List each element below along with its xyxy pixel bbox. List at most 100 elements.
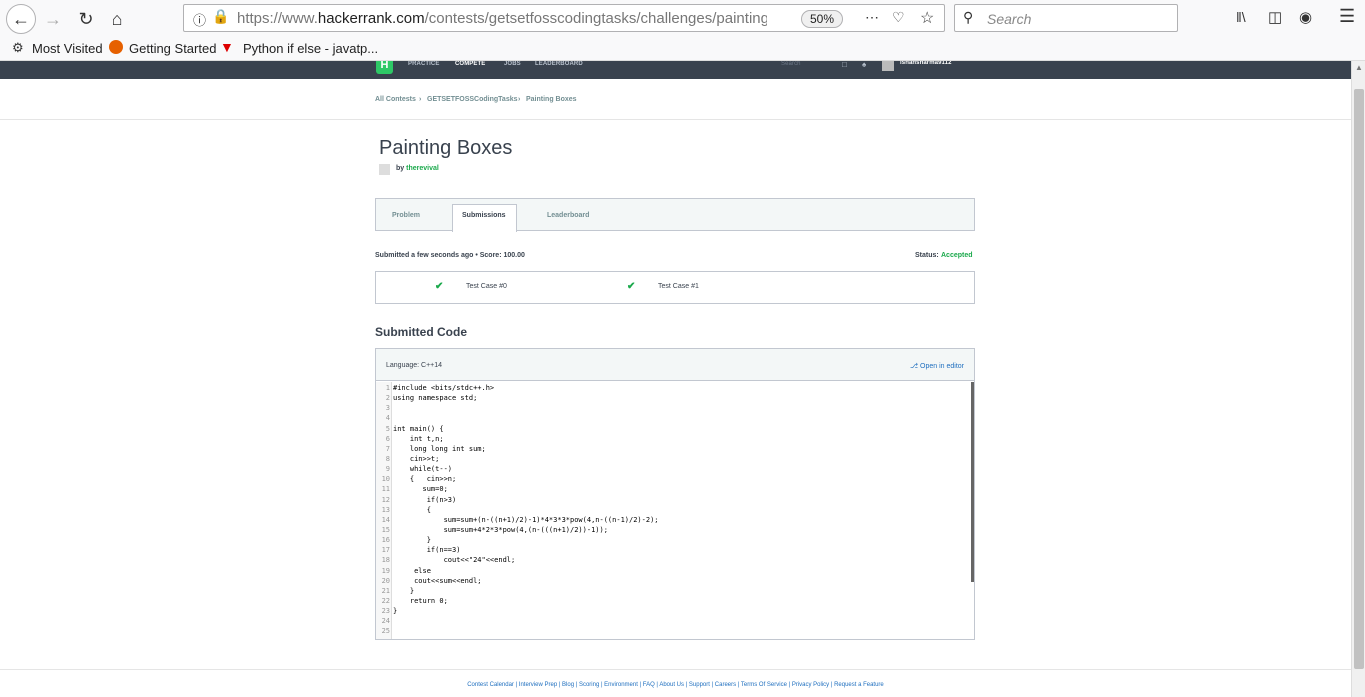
code-text: sum=0; (393, 485, 448, 494)
info-icon[interactable]: ⓘ (193, 10, 206, 29)
library-icon[interactable]: ‖\ (1236, 9, 1246, 25)
chevron-right-icon: › (419, 96, 422, 103)
line-number: 8 (385, 454, 390, 463)
line-number: 3 (385, 404, 390, 413)
open-in-editor-link[interactable]: ⎇ Open in editor (910, 362, 964, 370)
forward-button[interactable]: → (40, 6, 66, 32)
line-number: 13 (381, 505, 390, 514)
line-number: 15 (381, 525, 390, 534)
code-text: if(n>3) (393, 495, 457, 504)
code-panel: Language: C++14 ⎇ Open in editor 1 #inclu… (375, 348, 975, 640)
search-bar[interactable]: ⚲ Search (954, 4, 1178, 32)
code-text: sum=sum+4*2*3*pow(4,(n-(((n+1)/2))-1)); (393, 525, 608, 534)
site-search[interactable]: Search (781, 61, 801, 67)
hackerrank-logo[interactable]: H (376, 61, 393, 74)
bookmarks-bar: ⚙ Most Visited Getting Started ▼ Python … (0, 37, 1365, 61)
url-text[interactable]: https://www.hackerrank.com/contests/gets… (237, 10, 767, 27)
line-number: 23 (381, 607, 390, 616)
home-button[interactable]: ⌂ (104, 6, 130, 32)
search-icon: ⚲ (963, 9, 974, 25)
line-number: 18 (381, 556, 390, 565)
code-line: 3 (376, 403, 974, 413)
nav-jobs[interactable]: JOBS (504, 61, 521, 67)
line-number: 16 (381, 536, 390, 545)
line-number: 19 (381, 566, 390, 575)
code-line: 14 sum=sum+(n-((n+1)/2)-1)*4*3*3*pow(4,n… (376, 515, 974, 525)
code-line: 8 cin>>t; (376, 454, 974, 464)
nav-leaderboard[interactable]: LEADERBOARD (535, 61, 583, 67)
lock-icon: 🔒 (212, 8, 230, 24)
tab-leaderboard[interactable]: Leaderboard (547, 212, 589, 219)
test-case-1[interactable]: Test Case #1 (658, 283, 699, 290)
code-header: Language: C++14 ⎇ Open in editor (376, 349, 974, 381)
avatar[interactable] (882, 61, 894, 71)
tab-bar: Problem Submissions Leaderboard (375, 198, 975, 232)
code-text: sum=sum+(n-((n+1)/2)-1)*4*3*3*pow(4,n-((… (393, 515, 659, 524)
code-text: } (393, 607, 398, 616)
code-text: using namespace std; (393, 394, 478, 403)
code-line: 23} (376, 606, 974, 616)
bookmark-most-visited[interactable]: Most Visited (32, 41, 103, 56)
account-icon[interactable]: ◉ (1299, 8, 1312, 26)
nav-compete[interactable]: COMPETE (455, 61, 485, 67)
sidebar-icon[interactable]: ◫ (1268, 8, 1282, 26)
code-line: 4 (376, 413, 974, 423)
line-number: 2 (385, 394, 390, 403)
author-link[interactable]: therevival (406, 165, 439, 172)
scroll-up-icon[interactable]: ▲ (1355, 63, 1363, 72)
code-text: #include <bits/stdc++.h> (393, 384, 495, 392)
line-number: 21 (381, 586, 390, 595)
zoom-badge[interactable]: 50% (801, 10, 843, 28)
page-scrollbar[interactable]: ▲ (1351, 61, 1365, 697)
reload-button[interactable]: ↻ (73, 6, 99, 32)
line-number: 12 (381, 495, 390, 504)
code-line: 20 cout<<sum<<endl; (376, 576, 974, 586)
line-number: 10 (381, 475, 390, 484)
code-line: 7 long long int sum; (376, 444, 974, 454)
bookmark-getting-started[interactable]: Getting Started (129, 41, 216, 56)
code-line: 13 { (376, 505, 974, 515)
line-number: 9 (385, 465, 390, 474)
site-navbar: H PRACTICE COMPETE JOBS LEADERBOARD Sear… (0, 61, 1351, 79)
code-text: } (393, 586, 415, 595)
code-text: int t,n; (393, 434, 444, 443)
home-icon: ⌂ (111, 8, 123, 29)
code-text: { cin>>n; (393, 475, 457, 484)
arrow-right-icon: → (44, 8, 62, 29)
tab-problem[interactable]: Problem (392, 212, 420, 219)
code-editor[interactable]: 1 #include <bits/stdc++.h> 2 using namespac… (376, 383, 974, 637)
menu-icon[interactable]: ☰ (1339, 6, 1355, 27)
nav-practice[interactable]: PRACTICE (408, 61, 439, 67)
crumb-contest[interactable]: GETSETFOSSCodingTasks (427, 96, 518, 103)
scrollbar-thumb[interactable] (1354, 89, 1364, 669)
check-icon: ✔ (435, 281, 444, 292)
code-line: 16 } (376, 535, 974, 545)
star-icon[interactable]: ☆ (920, 8, 934, 28)
tab-submissions[interactable]: Submissions (462, 212, 506, 219)
message-icon[interactable]: □ (842, 61, 847, 69)
line-number: 22 (381, 596, 390, 605)
code-text: int main() { (393, 424, 444, 433)
submission-summary: Submitted a few seconds ago • Score: 100… (375, 252, 525, 259)
footer-links[interactable]: Contest Calendar | Interview Prep | Blog… (0, 682, 1351, 688)
code-text: while(t--) (393, 465, 453, 474)
line-number: 24 (381, 617, 390, 626)
bookmark-python[interactable]: Python if else - javatp... (243, 41, 378, 56)
url-bar[interactable]: ⓘ 🔒 https://www.hackerrank.com/contests/… (183, 4, 945, 32)
code-line: 22 return 0; (376, 596, 974, 606)
username[interactable]: ishansharma9112 (900, 61, 952, 66)
code-scrollbar[interactable] (971, 382, 974, 582)
code-line: 25 (376, 626, 974, 636)
code-text: return 0; (393, 596, 448, 605)
code-text: } (393, 536, 431, 545)
status-badge: Accepted (941, 252, 973, 259)
more-actions-icon[interactable]: ⋯ (865, 9, 879, 26)
crumb-all-contests[interactable]: All Contests (375, 96, 416, 103)
page-content: H PRACTICE COMPETE JOBS LEADERBOARD Sear… (0, 61, 1351, 697)
crumb-challenge: Painting Boxes (526, 96, 577, 103)
bell-icon[interactable]: ♠ (862, 61, 866, 69)
back-button[interactable]: ← (6, 4, 36, 34)
check-icon: ✔ (627, 281, 636, 292)
pocket-icon[interactable]: ♡ (892, 9, 905, 26)
test-case-0[interactable]: Test Case #0 (466, 283, 507, 290)
